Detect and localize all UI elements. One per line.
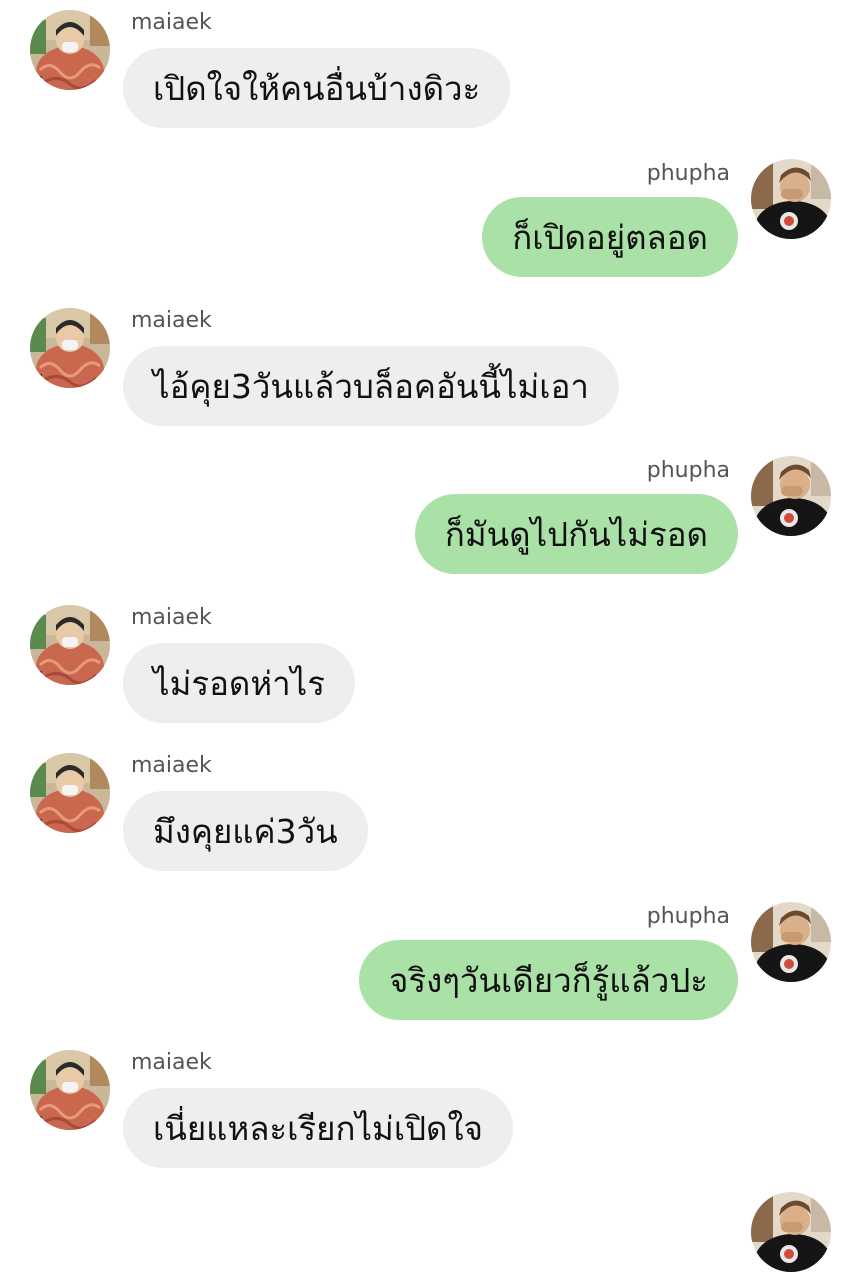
message-bubble[interactable]: ก็มันดูไปกันไม่รอด	[414, 494, 738, 574]
message-bubble[interactable]: ไม่รอดห่าไร	[123, 643, 355, 723]
sender-avatar[interactable]	[30, 605, 110, 685]
sender-name: maiaek	[131, 308, 212, 333]
avatar-photo-icon	[30, 605, 110, 685]
sender-avatar[interactable]	[751, 902, 831, 982]
message-text: ก็เปิดอยู่ตลอด	[512, 217, 708, 257]
avatar-photo-icon	[30, 308, 110, 388]
sender-name: phupha	[646, 904, 730, 929]
message-text: ก็มันดูไปกันไม่รอด	[444, 514, 708, 554]
sender-avatar[interactable]	[751, 1192, 831, 1272]
avatar-photo-icon	[30, 1050, 110, 1130]
message-bubble[interactable]: เปิดใจให้คนอื่นบ้างดิวะ	[123, 48, 511, 128]
avatar-photo-icon	[751, 902, 831, 982]
avatar-photo-icon	[30, 10, 110, 90]
message-text: ไอ้คุย3วันแล้วบล็อคอันนี้ไม่เอา	[153, 366, 589, 406]
sender-avatar[interactable]	[30, 308, 110, 388]
message-row: maiaek ไอ้คุย3วันแล้วบล็อคอันนี้ไม่เอา	[0, 298, 862, 438]
sender-avatar[interactable]	[30, 1050, 110, 1130]
avatar-photo-icon	[751, 159, 831, 239]
sender-avatar[interactable]	[751, 159, 831, 239]
message-row: maiaek เปิดใจให้คนอื่นบ้างดิวะ	[0, 0, 862, 140]
sender-name: maiaek	[131, 605, 212, 630]
message-bubble[interactable]: เนี่ยแหละเรียกไม่เปิดใจ	[123, 1088, 513, 1168]
message-bubble[interactable]: มึงคุยแค่3วัน	[123, 791, 368, 871]
message-row: phupha ก็เปิดอยู่ตลอด	[0, 159, 862, 289]
avatar-photo-icon	[30, 753, 110, 833]
avatar-photo-icon	[751, 456, 831, 536]
sender-avatar[interactable]	[30, 753, 110, 833]
message-row: maiaek ไม่รอดห่าไร	[0, 595, 862, 735]
message-text: เปิดใจให้คนอื่นบ้างดิวะ	[153, 68, 481, 108]
sender-avatar[interactable]	[751, 456, 831, 536]
sender-name: maiaek	[131, 753, 212, 778]
message-text: ไม่รอดห่าไร	[153, 663, 325, 703]
message-bubble[interactable]: จริงๆวันเดียวก็รู้แล้วปะ	[359, 940, 738, 1020]
message-text: จริงๆวันเดียวก็รู้แล้วปะ	[389, 960, 708, 1000]
message-text: เนี่ยแหละเรียกไม่เปิดใจ	[153, 1108, 483, 1148]
message-row: phupha ก็มันดูไปกันไม่รอด	[0, 456, 862, 586]
sender-name: phupha	[646, 458, 730, 483]
message-row: maiaek มึงคุยแค่3วัน	[0, 743, 862, 883]
message-row: maiaek เนี่ยแหละเรียกไม่เปิดใจ	[0, 1040, 862, 1180]
sender-name: maiaek	[131, 1050, 212, 1075]
message-row: phupha จริงๆวันเดียวก็รู้แล้วปะ	[0, 902, 862, 1032]
message-bubble[interactable]: ไอ้คุย3วันแล้วบล็อคอันนี้ไม่เอา	[123, 346, 619, 426]
avatar-photo-icon	[751, 1192, 831, 1272]
message-text: มึงคุยแค่3วัน	[153, 811, 338, 851]
sender-avatar[interactable]	[30, 10, 110, 90]
message-bubble[interactable]: ก็เปิดอยู่ตลอด	[482, 197, 738, 277]
sender-name: maiaek	[131, 10, 212, 35]
sender-name: phupha	[646, 161, 730, 186]
